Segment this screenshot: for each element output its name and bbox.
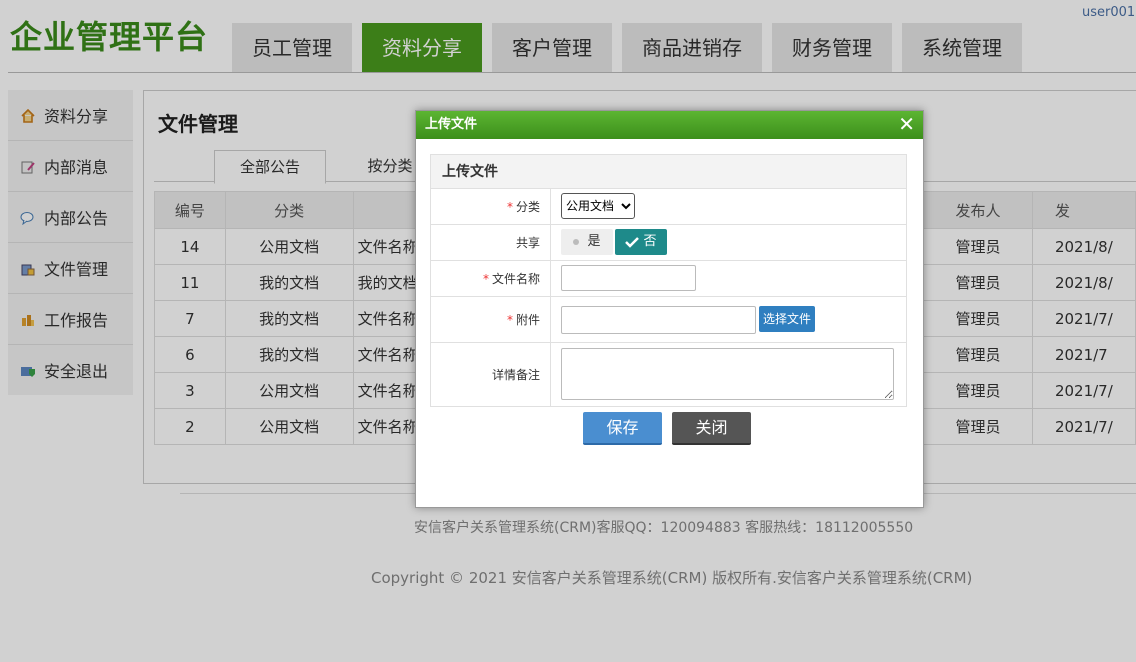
category-select[interactable]: 公用文档 xyxy=(561,193,635,219)
form-row-remark: 详情备注 xyxy=(430,343,907,407)
required-mark: * xyxy=(506,199,513,214)
attachment-input[interactable] xyxy=(561,306,756,334)
share-yes-radio[interactable]: 是 xyxy=(561,229,613,255)
share-label: 共享 xyxy=(431,225,551,260)
filename-input[interactable] xyxy=(561,265,696,291)
filename-label: 文件名称 xyxy=(491,272,540,286)
share-yes-label: 是 xyxy=(587,234,601,249)
required-mark: * xyxy=(506,312,513,327)
radio-dot-icon xyxy=(573,238,580,245)
share-no-radio[interactable]: 否 xyxy=(615,229,667,255)
attachment-label: 附件 xyxy=(515,313,540,327)
form-row-filename: * 文件名称 xyxy=(430,261,907,297)
close-button[interactable]: 关闭 xyxy=(672,412,751,445)
check-icon xyxy=(625,236,640,248)
form-title: 上传文件 xyxy=(430,154,907,189)
required-mark: * xyxy=(482,271,489,286)
share-no-label: 否 xyxy=(643,234,657,249)
upload-dialog: 上传文件 ✕ 上传文件 * 分类 公用文档 共享 是否 * 文件名称 * 附件 选择文… xyxy=(415,110,924,508)
remark-label: 详情备注 xyxy=(431,343,551,406)
save-button[interactable]: 保存 xyxy=(583,412,662,445)
dialog-header[interactable]: 上传文件 ✕ xyxy=(416,111,923,139)
form-row-share: 共享 是 否 xyxy=(430,225,907,261)
category-label: 分类 xyxy=(515,200,540,214)
close-icon[interactable]: ✕ xyxy=(898,114,915,134)
dialog-title: 上传文件 xyxy=(425,117,478,132)
choose-file-button[interactable]: 选择文件 xyxy=(759,306,816,332)
remark-textarea[interactable] xyxy=(561,348,894,400)
form-row-category: * 分类 公用文档 xyxy=(430,189,907,225)
form-row-attachment: * 附件 选择文件 xyxy=(430,297,907,343)
